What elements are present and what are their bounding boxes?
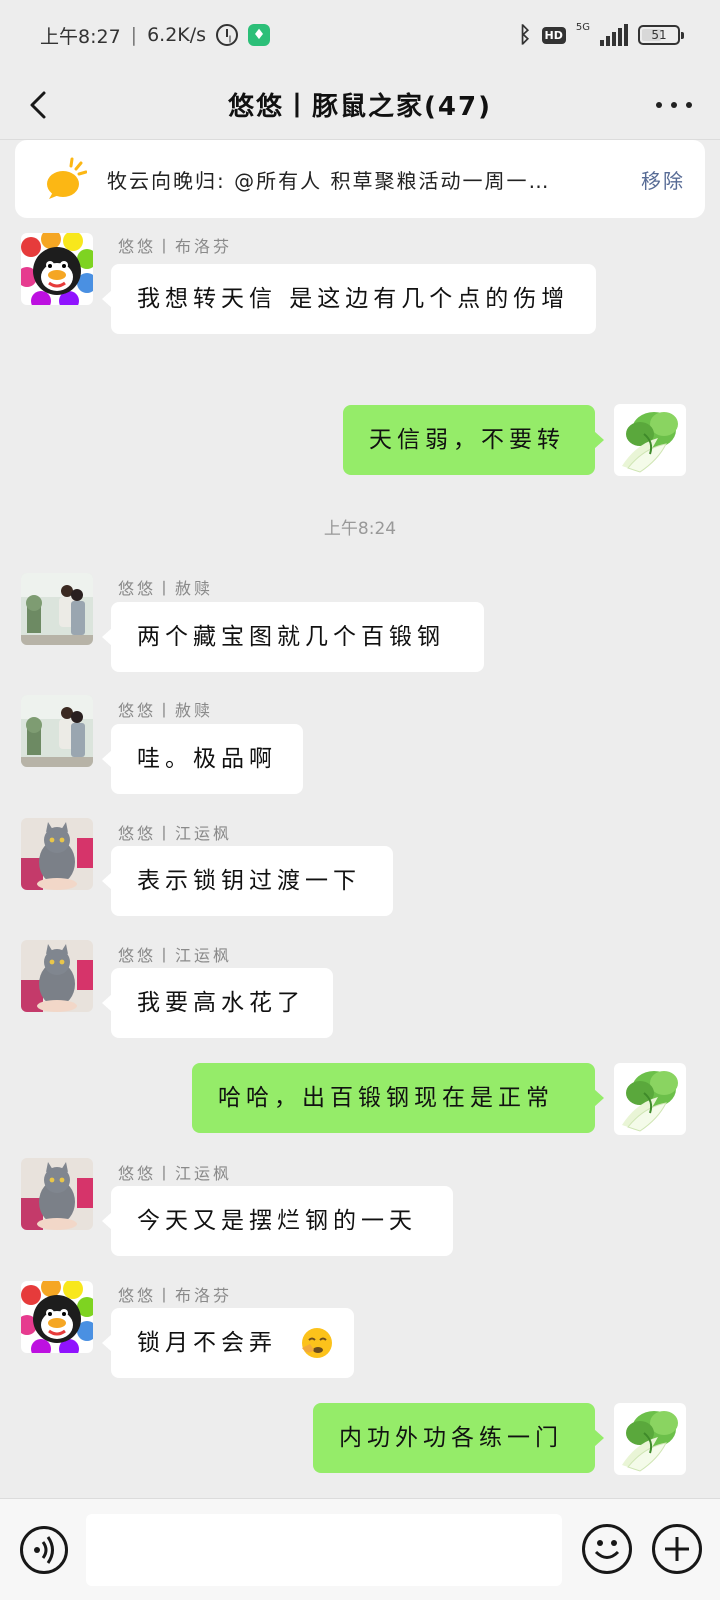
- sender-name: 悠悠丨江运枫: [118, 946, 233, 965]
- status-bar: 上午8:27 | 6.2K/s ♦ ᛒ HD 5G 51: [0, 0, 720, 70]
- message-input[interactable]: [86, 1514, 562, 1586]
- sender-name: 悠悠丨江运枫: [118, 824, 233, 843]
- battery-level: 51: [651, 28, 667, 42]
- back-arrow-icon[interactable]: [24, 90, 54, 120]
- sender-avatar[interactable]: [21, 940, 93, 1012]
- bluetooth-icon: ᛒ: [518, 22, 532, 48]
- voice-icon: [34, 1536, 54, 1564]
- status-time: 上午8:27: [40, 25, 121, 48]
- status-right: ᛒ HD 5G 51: [518, 21, 684, 48]
- smiley-icon: [594, 1540, 620, 1559]
- sender-name: 悠悠丨布洛芬: [118, 237, 233, 256]
- more-options-icon[interactable]: [656, 96, 692, 114]
- megaphone-icon: [47, 157, 87, 199]
- sender-avatar[interactable]: [21, 695, 93, 767]
- sender-name: 悠悠丨布洛芬: [118, 1286, 233, 1305]
- sender-avatar[interactable]: [21, 1281, 93, 1353]
- sender-avatar[interactable]: [21, 818, 93, 890]
- facepalm-emoji-icon: [302, 1328, 332, 1358]
- message-bubble[interactable]: 我想转天信 是这边有几个点的伤增: [102, 264, 596, 334]
- status-net-speed: 6.2K/s: [147, 24, 207, 46]
- voice-input-button[interactable]: [20, 1526, 68, 1574]
- my-avatar[interactable]: [614, 1063, 686, 1135]
- message-bubble[interactable]: 今天又是摆烂钢的一天: [102, 1186, 453, 1256]
- input-bar: [0, 1498, 720, 1600]
- network-type: 5G: [575, 21, 590, 33]
- my-message-bubble[interactable]: 内功外功各练一门: [313, 1403, 604, 1473]
- message-bubble[interactable]: 哇。极品啊: [102, 724, 303, 794]
- my-message-bubble[interactable]: 天信弱，不要转: [343, 405, 604, 475]
- message-bubble[interactable]: 锁月不会弄: [102, 1308, 354, 1378]
- my-message-bubble[interactable]: 哈哈，出百锻钢现在是正常: [192, 1063, 604, 1133]
- alarm-icon: [216, 24, 239, 46]
- my-avatar[interactable]: [614, 1403, 686, 1475]
- plus-button[interactable]: [652, 1524, 702, 1574]
- chat-title: 悠悠丨豚鼠之家(47): [228, 92, 492, 122]
- message-bubble[interactable]: 我要高水花了: [102, 968, 333, 1038]
- group-notice-banner[interactable]: 牧云向晚归: @所有人 积草聚粮活动一周一… 移除: [15, 140, 705, 218]
- chat-timestamp: 上午8:24: [323, 519, 397, 539]
- title-bar: 悠悠丨豚鼠之家(47): [0, 70, 720, 140]
- plus-icon: [665, 1537, 689, 1561]
- notice-remove-button[interactable]: 移除: [641, 165, 685, 194]
- message-bubble[interactable]: 两个藏宝图就几个百锻钢: [102, 602, 484, 672]
- my-avatar[interactable]: [614, 404, 686, 476]
- sender-avatar[interactable]: [21, 573, 93, 645]
- status-separator: |: [130, 24, 138, 46]
- message-bubble[interactable]: 表示锁钥过渡一下: [102, 846, 393, 916]
- app-notification-icon: ♦: [248, 24, 271, 46]
- notice-text: 牧云向晚归: @所有人 积草聚粮活动一周一…: [107, 168, 551, 193]
- hd-icon: HD: [541, 26, 566, 44]
- sender-name: 悠悠丨赦赎: [118, 579, 214, 598]
- message-text: 锁月不会弄: [137, 1330, 277, 1356]
- battery-icon: 51: [638, 25, 684, 45]
- status-left: 上午8:27 | 6.2K/s ♦: [40, 22, 271, 49]
- sender-name: 悠悠丨赦赎: [118, 701, 214, 720]
- sender-avatar[interactable]: [21, 1158, 93, 1230]
- sender-name: 悠悠丨江运枫: [118, 1164, 233, 1183]
- sender-avatar[interactable]: [21, 233, 93, 305]
- emoji-button[interactable]: [582, 1524, 632, 1574]
- signal-icon: [600, 24, 628, 46]
